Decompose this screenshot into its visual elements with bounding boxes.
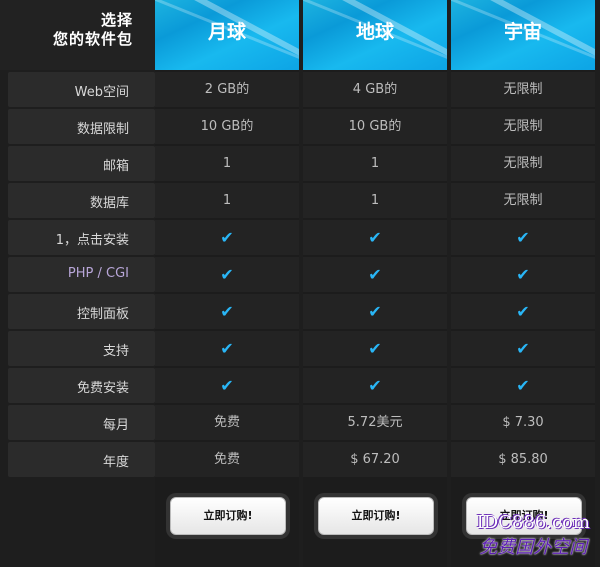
feature-label: 数据库	[8, 183, 155, 218]
plan-cell: $ 7.30	[451, 405, 595, 440]
plan-title: 宇宙	[503, 21, 542, 43]
check-icon: ✔	[303, 257, 447, 292]
order-now-button[interactable]: 立即订购!	[318, 497, 434, 535]
plan-cell: 1	[303, 183, 447, 218]
feature-label: 年度	[8, 442, 155, 477]
feature-label: 控制面板	[8, 294, 155, 329]
plan-cell: 5.72美元	[303, 405, 447, 440]
plan-cell: 免费	[155, 442, 299, 477]
plan-cell: 1	[303, 146, 447, 181]
feature-label: Web空间	[8, 72, 155, 107]
plan-cell: 无限制	[451, 146, 595, 181]
check-icon: ✔	[155, 294, 299, 329]
plan-cell: 1	[155, 183, 299, 218]
plan-cell: 免费	[155, 405, 299, 440]
feature-label: 免费安装	[8, 368, 155, 403]
pricing-table: 选择 您的软件包 Web空间 数据限制 邮箱 数据库 1，点击安装 PHP / …	[0, 0, 600, 567]
plan-cell: 10 GB的	[303, 109, 447, 144]
check-icon: ✔	[303, 331, 447, 366]
check-icon: ✔	[303, 220, 447, 255]
plan-title: 月球	[207, 21, 246, 43]
check-icon: ✔	[451, 294, 595, 329]
check-icon: ✔	[451, 257, 595, 292]
corner-line1: 选择	[100, 11, 133, 29]
check-icon: ✔	[303, 368, 447, 403]
plan-cell: 4 GB的	[303, 72, 447, 107]
order-now-button[interactable]: 立即订购!	[170, 497, 286, 535]
plan-column-earth: 地球 4 GB的 10 GB的 1 1 ✔ ✔ ✔ ✔ ✔ 5.72美元 $ 6…	[303, 0, 447, 567]
feature-label: PHP / CGI	[8, 257, 155, 292]
plan-cell: $ 85.80	[451, 442, 595, 477]
check-icon: ✔	[303, 294, 447, 329]
feature-label: 数据限制	[8, 109, 155, 144]
feature-label: 邮箱	[8, 146, 155, 181]
plan-title: 地球	[355, 21, 394, 43]
feature-label: 1，点击安装	[8, 220, 155, 255]
plan-cell: 2 GB的	[155, 72, 299, 107]
feature-label: 每月	[8, 405, 155, 440]
watermark-logo: IDC886.com 免费国外空间	[477, 512, 590, 559]
watermark-domain: IDC886.com	[476, 512, 590, 533]
check-icon: ✔	[451, 368, 595, 403]
corner-line2: 您的软件包	[52, 30, 133, 48]
plan-header: 宇宙	[451, 0, 595, 70]
check-icon: ✔	[155, 220, 299, 255]
feature-label: 支持	[8, 331, 155, 366]
feature-labels: Web空间 数据限制 邮箱 数据库 1，点击安装 PHP / CGI 控制面板 …	[8, 72, 155, 479]
check-icon: ✔	[155, 257, 299, 292]
plan-footer: 立即订购!	[303, 479, 447, 551]
corner-heading: 选择 您的软件包	[0, 0, 155, 70]
check-icon: ✔	[155, 368, 299, 403]
plan-cell: 无限制	[451, 72, 595, 107]
check-icon: ✔	[155, 331, 299, 366]
plan-cell: 无限制	[451, 183, 595, 218]
plan-header: 月球	[155, 0, 299, 70]
plan-column-moon: 月球 2 GB的 10 GB的 1 1 ✔ ✔ ✔ ✔ ✔ 免费 免费 立即订购…	[155, 0, 299, 567]
plan-cell: 无限制	[451, 109, 595, 144]
plan-cell: 1	[155, 146, 299, 181]
plan-header: 地球	[303, 0, 447, 70]
plan-cell: 10 GB的	[155, 109, 299, 144]
check-icon: ✔	[451, 220, 595, 255]
watermark-tagline: 免费国外空间	[479, 537, 588, 558]
plan-cell: $ 67.20	[303, 442, 447, 477]
check-icon: ✔	[451, 331, 595, 366]
plan-footer: 立即订购!	[155, 479, 299, 551]
plan-column-universe: 宇宙 无限制 无限制 无限制 无限制 ✔ ✔ ✔ ✔ ✔ $ 7.30 $ 85…	[451, 0, 595, 567]
